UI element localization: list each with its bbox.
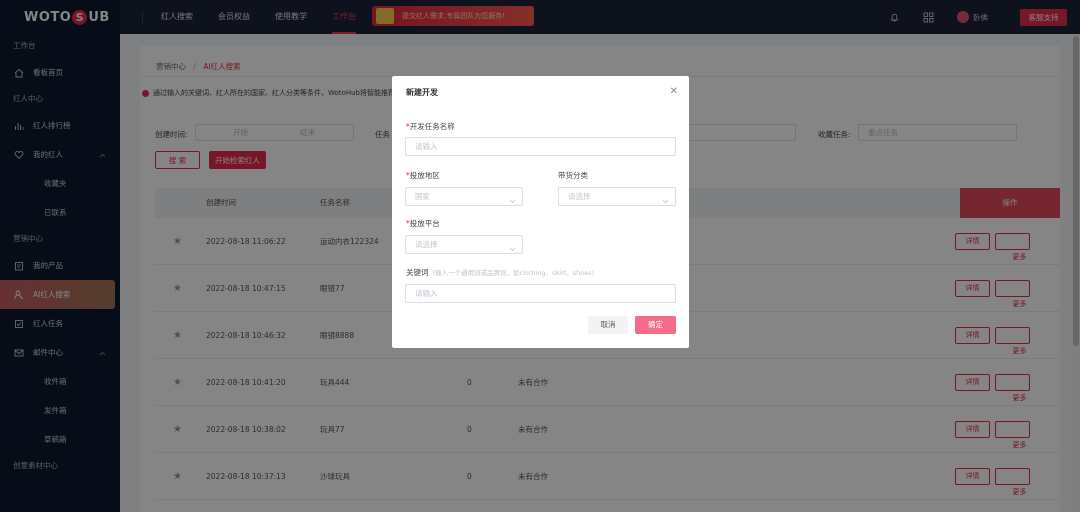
chevron-down-icon [509, 193, 516, 210]
region-placeholder: 国家 [415, 192, 430, 201]
confirm-button[interactable]: 确定 [635, 316, 676, 334]
category-label: 带货分类 [558, 170, 588, 181]
cancel-button[interactable]: 取消 [588, 316, 628, 334]
chevron-down-icon [662, 193, 669, 210]
category-placeholder: 请选择 [568, 192, 591, 201]
label-text: 关键词 [406, 268, 429, 277]
platform-select[interactable]: 请选择 [405, 235, 523, 254]
close-icon[interactable]: ✕ [670, 86, 678, 97]
label-text: 投放平台 [409, 219, 440, 228]
category-select[interactable]: 请选择 [558, 187, 676, 206]
modal-title: 新建开发 [406, 88, 438, 97]
keyword-label: 关键词 (输入一个通用词或品牌词，如clothing、skirt、shoes) [406, 267, 594, 278]
keyword-hint: (输入一个通用词或品牌词，如clothing、skirt、shoes) [432, 269, 595, 277]
label-text: 带货分类 [558, 171, 588, 180]
task-name-label: *开发任务名称 [406, 122, 455, 131]
region-label: *投放地区 [406, 171, 440, 180]
task-name-input[interactable]: 请输入 [405, 137, 676, 156]
new-dev-modal: 新建开发 ✕ *开发任务名称 请输入 *投放地区 国家 带货分类 请选择 *投放… [392, 76, 689, 348]
platform-label: *投放平台 [406, 219, 440, 228]
region-select[interactable]: 国家 [405, 187, 523, 206]
platform-placeholder: 请选择 [415, 240, 438, 249]
label-text: 投放地区 [409, 171, 440, 180]
chevron-down-icon [509, 241, 516, 258]
label-text: 开发任务名称 [409, 122, 455, 131]
keyword-input[interactable]: 请输入 [405, 284, 676, 303]
